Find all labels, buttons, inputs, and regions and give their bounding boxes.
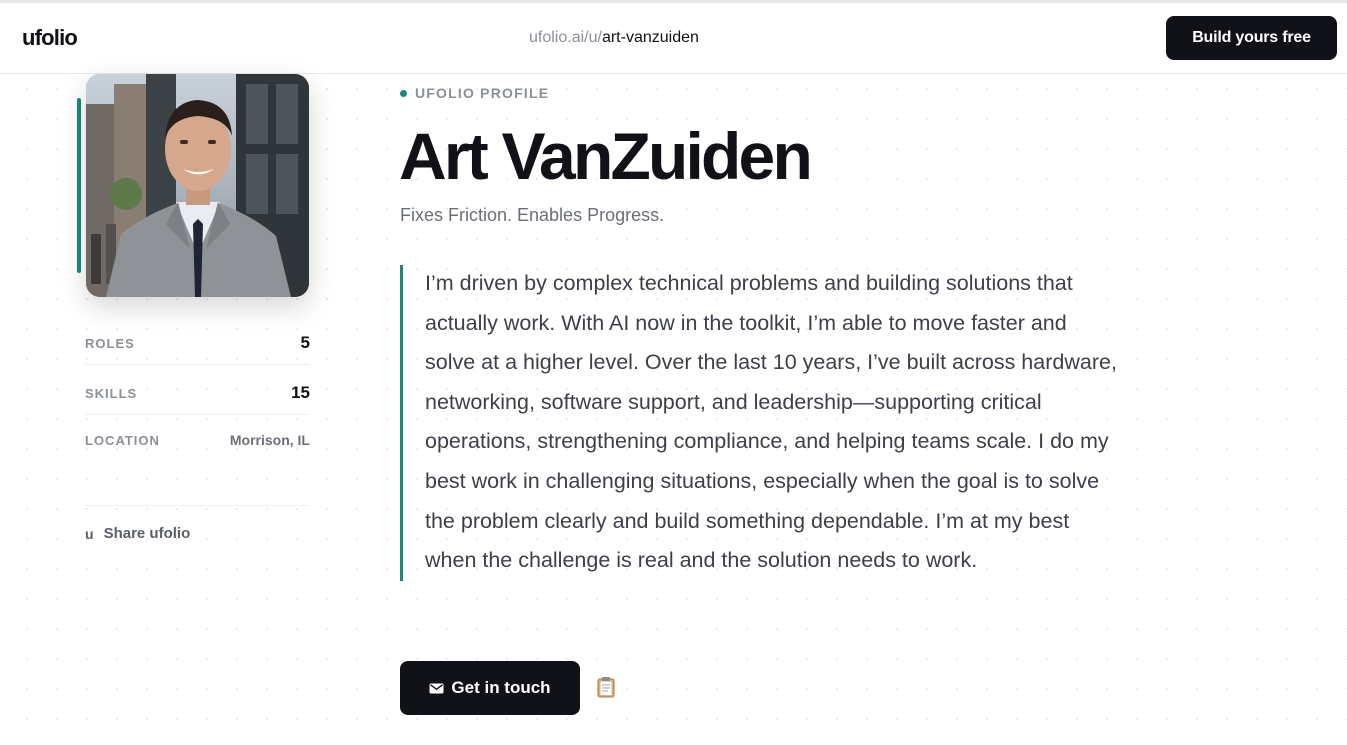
ufolio-logo[interactable]: ufolio <box>22 25 78 51</box>
top-nav: ufolio ufolio.ai/u/art-vanzuiden Build y… <box>0 3 1347 74</box>
stat-value: 15 <box>291 383 310 402</box>
profile-bio: I’m driven by complex technical problems… <box>400 265 1120 581</box>
stat-skills: SKILLS 15 <box>85 383 310 403</box>
build-yours-free-button[interactable]: Build yours free <box>1166 16 1337 60</box>
stat-value: 5 <box>300 333 310 352</box>
profile-url-slug: art-vanzuiden <box>601 29 699 46</box>
photo-accent-bar <box>77 98 81 273</box>
avatar-illustration <box>86 74 309 297</box>
mail-icon <box>429 683 444 693</box>
share-ufolio-link[interactable]: u Share ufolio <box>85 525 190 542</box>
profile-name: Art VanZuiden <box>399 119 813 193</box>
eyebrow-label: UFOLIO PROFILE <box>415 85 550 101</box>
profile-url[interactable]: ufolio.ai/u/art-vanzuiden <box>529 29 699 47</box>
accent-dot-icon <box>400 89 407 97</box>
profile-eyebrow: UFOLIO PROFILE <box>400 85 549 101</box>
profile-photo <box>86 74 309 297</box>
ufolio-mini-icon: u <box>85 525 94 542</box>
share-label: Share ufolio <box>103 525 191 542</box>
stat-value: Morrison, IL <box>229 432 310 448</box>
get-in-touch-button[interactable]: Get in touch <box>400 661 580 715</box>
profile-tagline: Fixes Friction. Enables Progress. <box>400 205 665 225</box>
clipboard-icon[interactable] <box>596 676 616 698</box>
bio-text: I’m driven by complex technical problems… <box>425 271 1117 573</box>
profile-url-base: ufolio.ai/u/ <box>529 29 602 46</box>
stat-label: LOCATION <box>85 433 160 448</box>
stat-divider <box>85 364 310 365</box>
stat-label: SKILLS <box>85 386 138 401</box>
stat-divider <box>85 414 310 415</box>
stat-location: LOCATION Morrison, IL <box>85 432 310 448</box>
get-in-touch-label: Get in touch <box>451 678 551 697</box>
share-divider <box>85 505 310 506</box>
stat-roles: ROLES 5 <box>85 333 310 353</box>
stat-label: ROLES <box>85 336 135 351</box>
